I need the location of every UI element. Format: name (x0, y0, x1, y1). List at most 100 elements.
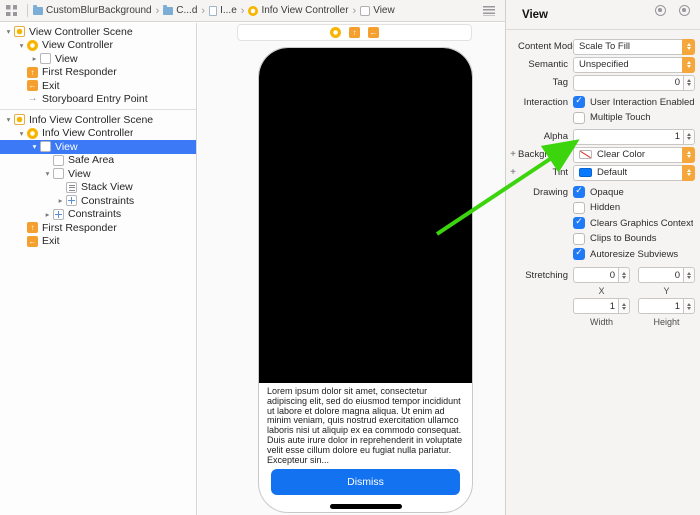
drawing-label: Drawing (533, 186, 568, 198)
stretch-height-field[interactable]: 1 (638, 298, 695, 314)
outline-row-view[interactable]: View (0, 52, 196, 66)
home-indicator (329, 504, 402, 510)
first-responder-icon[interactable] (349, 27, 360, 38)
folder-icon (163, 4, 174, 15)
user-interaction-enabled-checkbox[interactable] (573, 95, 585, 109)
outline-row-safe-area[interactable]: Safe Area (0, 154, 196, 168)
outline-row-first-responder[interactable]: First Responder (0, 221, 196, 235)
x-axis-label: X (598, 285, 605, 296)
stepper-icon[interactable] (683, 268, 694, 282)
stepper-icon[interactable] (618, 268, 629, 282)
breadcrumb-view-controller[interactable]: Info View Controller (248, 5, 349, 16)
disclosure-triangle[interactable] (42, 210, 53, 219)
tag-field[interactable]: 0 (573, 74, 695, 91)
opaque-checkbox[interactable] (573, 185, 585, 199)
outline-row-info-view-controller-scene[interactable]: Info View Controller Scene (0, 113, 196, 127)
stretch-width-field[interactable]: 1 (573, 298, 630, 314)
outline-row-view-controller[interactable]: View Controller (0, 39, 196, 53)
width-axis-label: Width (589, 316, 613, 327)
disclosure-triangle[interactable] (16, 41, 27, 50)
add-tint-attribute-button[interactable] (508, 167, 518, 178)
stepper-icon[interactable] (618, 299, 629, 313)
alpha-field[interactable]: 1 (573, 128, 695, 145)
stack-view-icon (66, 181, 77, 193)
folder-icon (33, 4, 43, 15)
outline-row-view-controller-scene[interactable]: View Controller Scene (0, 25, 196, 39)
outline-row-info-view-controller[interactable]: Info View Controller (0, 127, 196, 141)
editor-mode-icon[interactable] (655, 5, 666, 16)
scene-icon (14, 114, 25, 126)
dismiss-button[interactable]: Dismiss (271, 469, 460, 496)
breadcrumb-label: CustomBlurBackground (46, 5, 152, 16)
popup-arrows-icon (682, 38, 695, 55)
disclosure-triangle[interactable] (16, 129, 27, 138)
view-icon (53, 168, 64, 180)
tint-color-swatch (579, 168, 592, 177)
related-items-icon[interactable] (6, 5, 17, 16)
background-view[interactable] (259, 48, 472, 383)
first-responder-icon (27, 66, 38, 78)
exit-icon[interactable] (368, 27, 379, 38)
view-controller-icon (27, 39, 38, 51)
outline-row-stack-view[interactable]: Stack View (0, 181, 196, 195)
stepper-icon[interactable] (683, 299, 694, 313)
semantic-popup[interactable]: Unspecified (573, 56, 695, 73)
outline-row-view-selected[interactable]: View (0, 140, 196, 154)
interaction-label: Interaction (523, 96, 568, 108)
outline-row-entry-point[interactable]: Storyboard Entry Point (0, 93, 196, 107)
breadcrumb-label: C...d (176, 5, 198, 16)
breadcrumb-project[interactable]: CustomBlurBackground (33, 4, 152, 16)
scene-divider (0, 109, 196, 110)
outline-row-first-responder[interactable]: First Responder (0, 66, 196, 80)
breadcrumb-label: I...e (220, 5, 237, 16)
tint-color-popup[interactable]: Default (573, 164, 695, 181)
breadcrumb-storyboard[interactable]: I...e (209, 5, 237, 16)
outline-row-exit[interactable]: Exit (0, 79, 196, 93)
constraints-icon (66, 195, 77, 207)
clips-to-bounds-checkbox[interactable] (573, 232, 585, 245)
view-controller-icon (27, 127, 38, 139)
autoresize-subviews-checkbox[interactable] (573, 247, 585, 261)
disclosure-triangle[interactable] (3, 27, 14, 36)
breadcrumb-view[interactable]: View (360, 5, 395, 16)
interface-builder-canvas[interactable]: Lorem ipsum dolor sit amet, consectetur … (198, 23, 505, 515)
disclosure-triangle[interactable] (55, 196, 66, 205)
inspector-toggle-icon[interactable] (679, 5, 690, 16)
background-label: Background (518, 149, 569, 160)
content-mode-popup[interactable]: Scale To Fill (573, 38, 695, 55)
inspector-header: View (506, 0, 700, 30)
disclosure-triangle[interactable] (29, 142, 40, 151)
breadcrumb-label: Info View Controller (261, 5, 349, 16)
hidden-checkbox[interactable] (573, 201, 585, 214)
multiple-touch-checkbox[interactable] (573, 111, 585, 124)
stepper-icon[interactable] (683, 75, 694, 90)
breadcrumb-folder[interactable]: C...d (163, 4, 198, 16)
popup-arrows-icon (682, 146, 695, 163)
exit-icon (27, 80, 38, 92)
inspector-title: View (522, 8, 548, 21)
tint-label: Tint (552, 167, 568, 178)
disclosure-triangle[interactable] (3, 115, 14, 124)
view-icon (40, 141, 51, 153)
background-color-popup[interactable]: Clear Color (573, 146, 695, 163)
clears-graphics-context-checkbox[interactable] (573, 216, 585, 230)
disclosure-triangle[interactable] (29, 54, 40, 63)
constraints-icon (53, 208, 64, 220)
outline-row-constraints[interactable]: Constraints (0, 194, 196, 208)
stepper-icon[interactable] (683, 129, 694, 144)
breadcrumb-label: View (373, 5, 395, 16)
stretch-x-field[interactable]: 0 (573, 267, 630, 283)
lorem-label[interactable]: Lorem ipsum dolor sit amet, consectetur … (267, 386, 464, 465)
stretch-y-field[interactable]: 0 (638, 267, 695, 283)
view-controller-icon[interactable] (330, 27, 341, 38)
outline-row-exit[interactable]: Exit (0, 235, 196, 249)
scene-dock (237, 24, 472, 41)
device-preview[interactable]: Lorem ipsum dolor sit amet, consectetur … (258, 47, 473, 513)
outline-row-inner-view[interactable]: View (0, 167, 196, 181)
add-background-attribute-button[interactable] (508, 149, 518, 160)
editor-options-icon[interactable] (483, 5, 495, 16)
disclosure-triangle[interactable] (42, 169, 53, 178)
tag-label: Tag (552, 77, 568, 88)
bottom-sheet[interactable]: Lorem ipsum dolor sit amet, consectetur … (259, 383, 472, 510)
outline-row-constraints[interactable]: Constraints (0, 208, 196, 222)
